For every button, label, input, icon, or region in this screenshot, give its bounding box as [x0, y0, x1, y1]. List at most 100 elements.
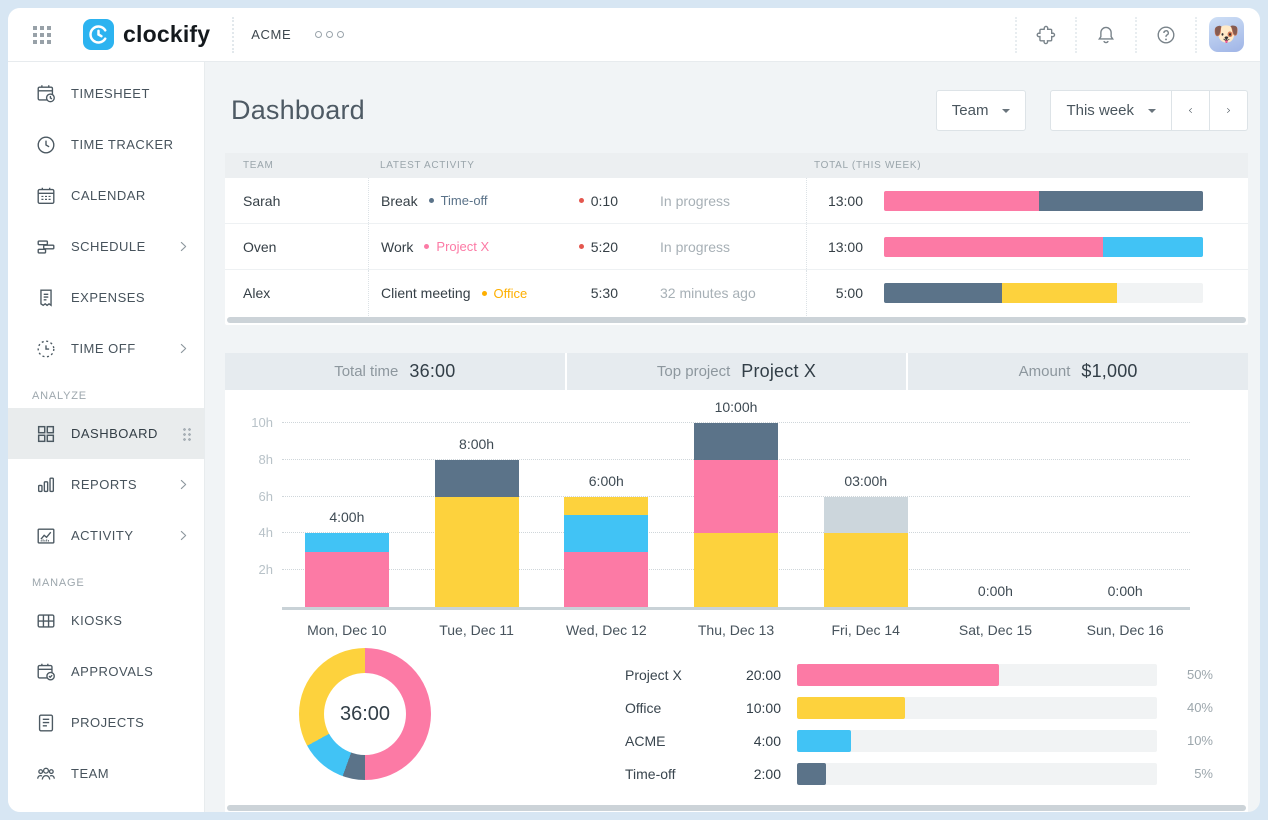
- chevron-right-icon: [177, 342, 190, 355]
- activity-icon: [35, 525, 57, 547]
- donut-chart[interactable]: 36:00: [299, 648, 431, 780]
- horizontal-scrollbar[interactable]: [227, 805, 1246, 811]
- day-column[interactable]: 6:00h: [541, 404, 671, 610]
- sidebar-item-schedule[interactable]: SCHEDULE: [8, 221, 204, 272]
- bar-segment: [694, 460, 778, 534]
- workspace-menu-icon[interactable]: [315, 31, 344, 38]
- sidebar-item-timesheet[interactable]: TIMESHEET: [8, 68, 204, 119]
- team-filter-button[interactable]: Team: [936, 90, 1027, 131]
- donut-total-label: 36:00: [340, 703, 390, 726]
- weekly-bar-chart: 2h4h6h8h10h4:00h8:00h6:00h10:00h03:00h0:…: [225, 390, 1248, 638]
- avatar[interactable]: 🐶: [1209, 17, 1244, 52]
- timesheet-icon: [35, 83, 57, 105]
- sidebar-item-reports[interactable]: REPORTS: [8, 459, 204, 510]
- extensions-button[interactable]: [1017, 15, 1075, 55]
- day-column[interactable]: 0:00h: [1060, 404, 1190, 610]
- bar-segment: [1039, 191, 1203, 211]
- activity-cell: Client meetingOffice: [381, 285, 540, 301]
- sidebar-item-projects[interactable]: PROJECTS: [8, 697, 204, 748]
- sidebar-item-calendar[interactable]: CALENDAR: [8, 170, 204, 221]
- sidebar-item-dashboard[interactable]: DASHBOARD: [8, 408, 204, 459]
- sidebar-item-label: TEAM: [71, 766, 109, 781]
- duration-cell: 5:30: [540, 285, 618, 301]
- puzzle-icon: [1035, 24, 1057, 46]
- legend-hours: 2:00: [731, 766, 781, 782]
- activity-name: Work: [381, 239, 413, 255]
- table-row[interactable]: SarahBreakTime-off0:10In progress13:00: [225, 178, 1248, 224]
- clockify-logo[interactable]: clockify: [83, 19, 210, 50]
- legend-project-name: ACME: [625, 733, 715, 749]
- expenses-icon: [35, 287, 57, 309]
- project-breakdown-legend: Project X20:0050%Office10:0040%ACME4:001…: [625, 658, 1213, 790]
- x-axis-label: Thu, Dec 13: [671, 622, 801, 638]
- dashboard-icon: [35, 423, 57, 445]
- weekly-total: 13:00: [807, 193, 863, 209]
- main-content: Dashboard Team This week: [205, 62, 1260, 812]
- notifications-button[interactable]: [1077, 15, 1135, 55]
- next-week-button[interactable]: [1209, 90, 1248, 131]
- sidebar-item-label: REPORTS: [71, 477, 137, 492]
- topbar-actions: 🐶: [1015, 15, 1246, 55]
- legend-project-name: Office: [625, 700, 715, 716]
- summary-cell-total-time: Total time36:00: [225, 353, 565, 390]
- legend-bar-fill: [797, 664, 999, 686]
- bar-segment: [884, 191, 1039, 211]
- bar-value-label: 10:00h: [715, 399, 758, 415]
- duration-value: 0:10: [591, 193, 618, 209]
- bar-segment: [824, 533, 908, 607]
- drag-handle-icon[interactable]: [182, 427, 191, 442]
- day-column[interactable]: 4:00h: [282, 404, 412, 610]
- bar-segment: [1103, 237, 1203, 257]
- bar-stack: [694, 423, 778, 607]
- help-button[interactable]: [1137, 15, 1195, 55]
- bar-columns: 4:00h8:00h6:00h10:00h03:00h0:00h0:00h: [282, 404, 1190, 610]
- day-column[interactable]: 10:00h: [671, 404, 801, 610]
- sidebar-item-activity[interactable]: ACTIVITY: [8, 510, 204, 561]
- bar-segment: [694, 423, 778, 460]
- activity-status: 32 minutes ago: [618, 285, 796, 301]
- schedule-icon: [35, 236, 57, 258]
- summary-label: Top project: [657, 363, 730, 380]
- project-tag: Project X: [424, 239, 489, 254]
- sidebar-item-time-tracker[interactable]: TIME TRACKER: [8, 119, 204, 170]
- project-name: Time-off: [441, 193, 488, 208]
- page-title: Dashboard: [231, 95, 365, 126]
- sidebar-item-expenses[interactable]: EXPENSES: [8, 272, 204, 323]
- bar-segment: [1002, 283, 1117, 303]
- app-window: clockify ACME 🐶 TIMESHEET TIME TRACKERCAL…: [8, 8, 1260, 812]
- project-tag: Time-off: [429, 193, 488, 208]
- divider: [232, 17, 234, 53]
- apps-grid-icon[interactable]: [28, 21, 56, 49]
- period-filter-button[interactable]: This week: [1050, 90, 1172, 131]
- bar-segment: [824, 497, 908, 534]
- day-column[interactable]: 8:00h: [412, 404, 542, 610]
- sidebar-item-label: EXPENSES: [71, 290, 145, 305]
- prev-week-button[interactable]: [1171, 90, 1210, 131]
- bar-value-label: 4:00h: [329, 509, 364, 525]
- day-column[interactable]: 03:00h: [801, 404, 931, 610]
- legend-percent: 5%: [1173, 766, 1213, 781]
- sidebar-item-label: TIMESHEET: [71, 86, 150, 101]
- horizontal-scrollbar[interactable]: [227, 317, 1246, 323]
- sidebar-item-label: ACTIVITY: [71, 528, 134, 543]
- weekly-total-bar: [884, 283, 1203, 303]
- day-column[interactable]: 0:00h: [931, 404, 1061, 610]
- table-row[interactable]: OvenWorkProject X5:20In progress13:00: [225, 224, 1248, 270]
- member-name: Alex: [225, 270, 368, 316]
- bar-segment: [564, 552, 648, 607]
- sidebar-section-label: ANALYZE: [32, 390, 204, 402]
- sidebar-item-kiosks[interactable]: KIOSKS: [8, 595, 204, 646]
- table-row[interactable]: Alex Client meetingOffice5:3032 minutes a…: [225, 270, 1248, 316]
- sidebar-item-time-off[interactable]: TIME OFF: [8, 323, 204, 374]
- y-tick-label: 2h: [243, 562, 273, 577]
- bar-segment: [884, 237, 1103, 257]
- sidebar-item-team[interactable]: TEAM: [8, 748, 204, 799]
- sidebar-item-label: KIOSKS: [71, 613, 122, 628]
- legend-row: ACME4:0010%: [625, 724, 1213, 757]
- bar-segment: [564, 515, 648, 552]
- sidebar-item-approvals[interactable]: APPROVALS: [8, 646, 204, 697]
- summary-label: Total time: [334, 363, 398, 380]
- workspace-name[interactable]: ACME: [251, 27, 291, 42]
- chevron-down-icon: [1148, 109, 1156, 117]
- project-dot: [482, 291, 487, 296]
